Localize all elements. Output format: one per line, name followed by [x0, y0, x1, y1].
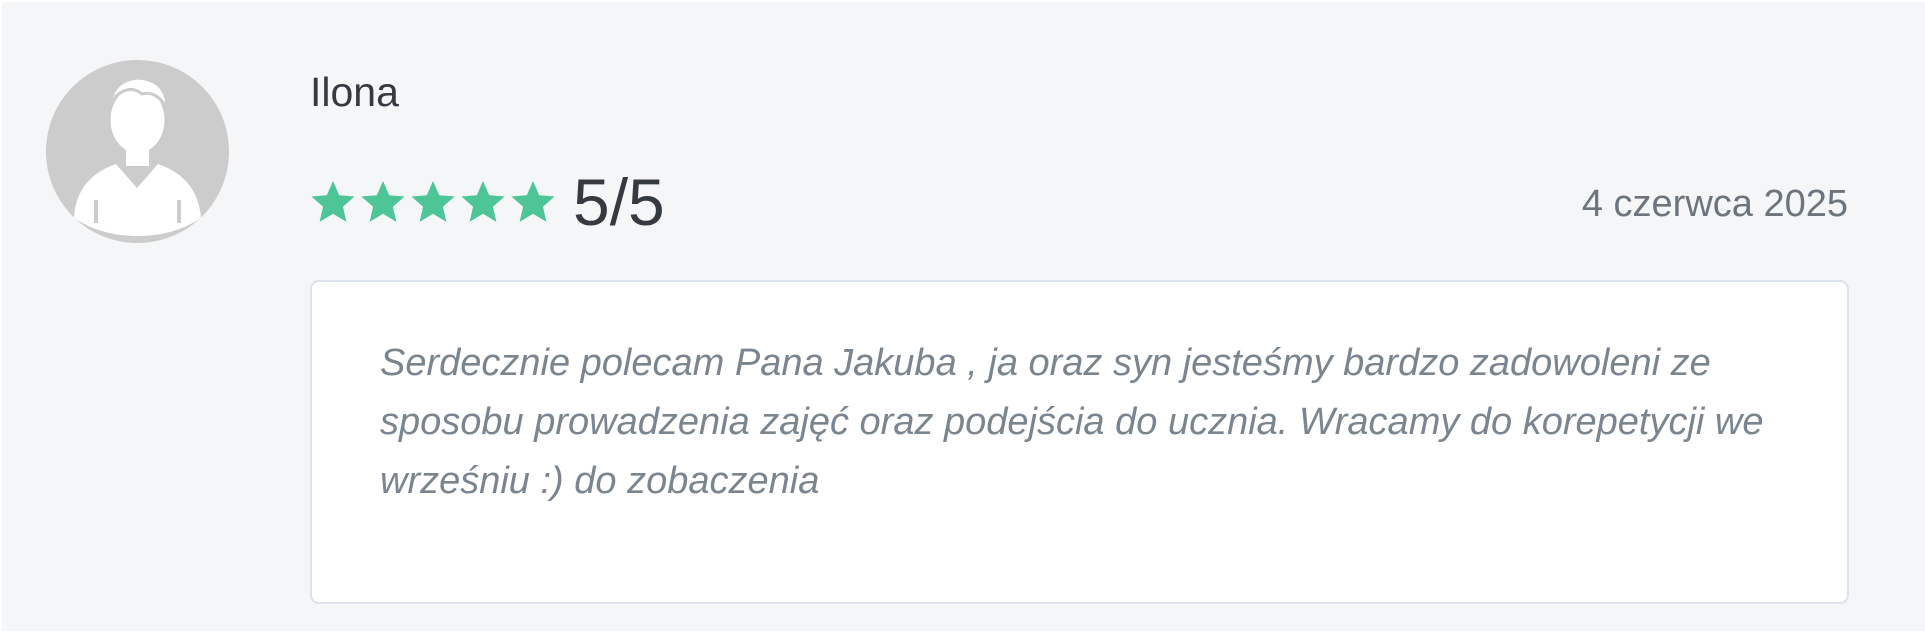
star-icon: [511, 181, 555, 222]
star-icon: [411, 181, 455, 222]
review-body: Serdecznie polecam Pana Jakuba , ja oraz…: [310, 280, 1849, 604]
star-icon: [361, 181, 405, 222]
review-date: 4 czerwca 2025: [1581, 183, 1848, 225]
reviewer-name: Ilona: [310, 69, 399, 115]
rating-score: 5/5: [573, 165, 665, 239]
star-rating: [309, 178, 557, 226]
review-text: Serdecznie polecam Pana Jakuba , ja oraz…: [380, 342, 1764, 502]
star-icon: [461, 181, 505, 222]
star-icon: [311, 181, 355, 222]
review-card: Ilona 5/5 4 czerwca 2025 Serdecznie pole…: [2, 2, 1925, 631]
user-avatar-icon: [46, 60, 229, 243]
rating: 5/5: [309, 165, 665, 239]
